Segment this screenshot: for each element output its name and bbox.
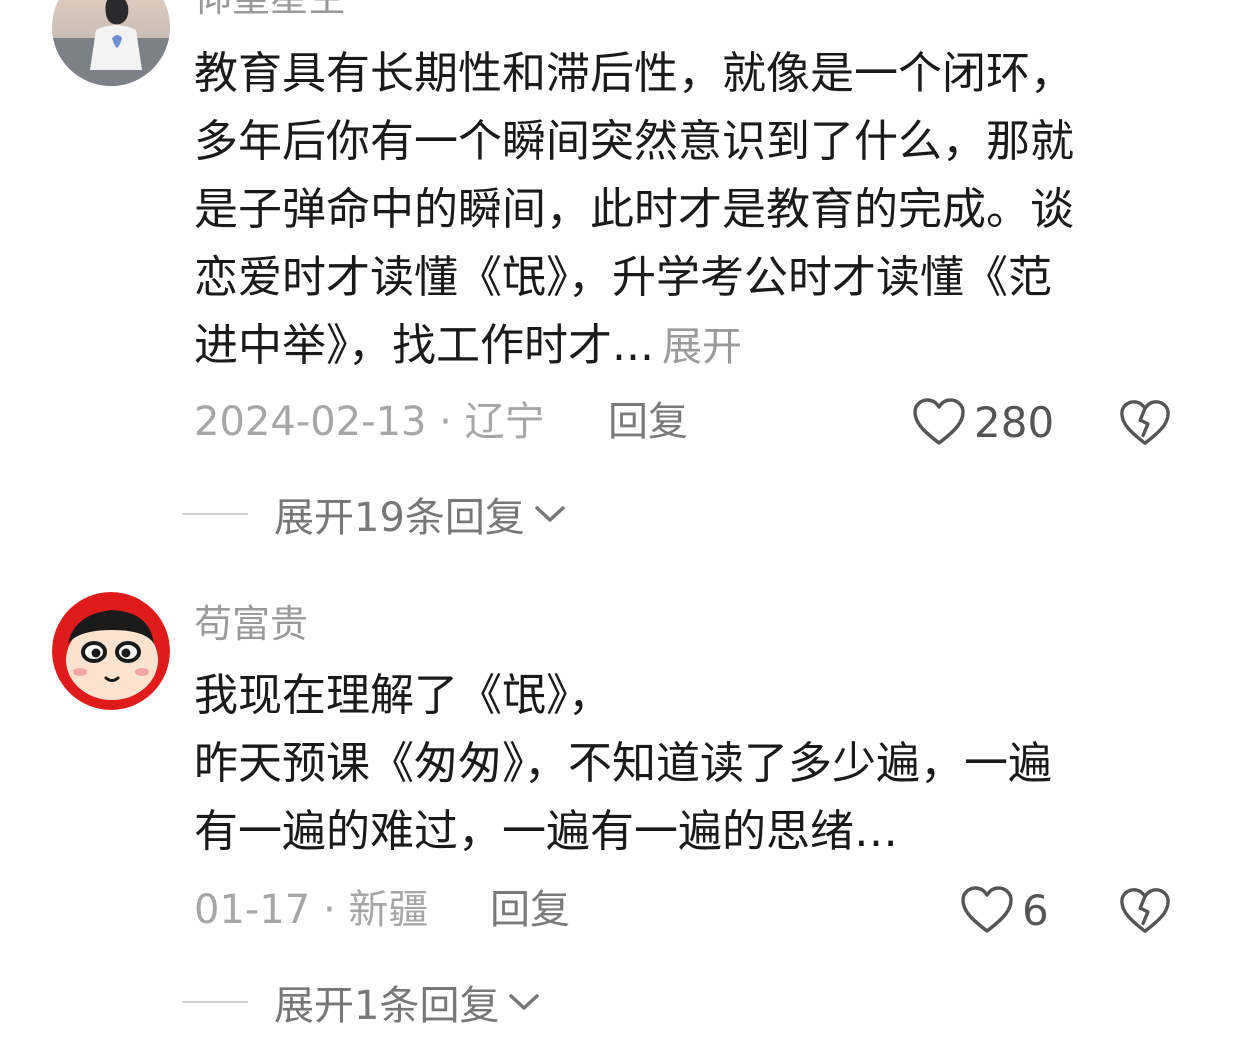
comment-location: 辽宁 <box>464 399 545 445</box>
divider-line <box>182 513 248 515</box>
comment-text-line: 是子弹命中的瞬间，此时才是教育的完成。谈 <box>194 184 1074 235</box>
comment-text: 教育具有长期性和滞后性，就像是一个闭环， 多年后你有一个瞬间突然意识到了什么，那… <box>194 40 1164 381</box>
comment-text: 我现在理解了《氓》， 昨天预课《匆匆》，不知道读了多少遍，一遍 有一遍的难过，一… <box>194 662 1164 866</box>
avatar-cartoon <box>52 592 170 710</box>
heart-outline-icon <box>961 886 1013 933</box>
comment-meta: 01-17 · 新疆 回复 6 <box>194 880 1179 940</box>
avatar[interactable] <box>52 0 170 86</box>
username[interactable]: 苟富贵 <box>194 602 308 646</box>
broken-heart-icon[interactable] <box>1119 396 1171 448</box>
comment-text-line: 进中举》，找工作时才... 展开 <box>194 312 1164 381</box>
expand-replies-label: 展开1条回复 <box>274 983 500 1029</box>
comment-date-location: 01-17 · 新疆 <box>194 880 428 940</box>
comment-text-line: 有一遍的难过，一遍有一遍的思绪… <box>194 806 898 857</box>
comment-text-line: 我现在理解了《氓》， <box>194 670 612 721</box>
comment-item: 苟富贵 我现在理解了《氓》， 昨天预课《匆匆》，不知道读了多少遍，一遍 有一遍的… <box>0 560 1236 1045</box>
comment-text-line: 多年后你有一个瞬间突然意识到了什么，那就 <box>194 116 1074 167</box>
comment-date-location: 2024-02-13 · 辽宁 <box>194 392 545 452</box>
comment-text-line: 恋爱时才读懂《氓》，升学考公时才读懂《范 <box>194 252 1052 303</box>
reply-button[interactable]: 回复 <box>490 880 570 940</box>
heart-outline-icon <box>913 398 965 445</box>
comment-text-truncated: 进中举》，找工作时才... <box>194 320 654 371</box>
comment-date: 01-17 <box>194 887 311 933</box>
username[interactable]: 仰望星空 <box>194 0 346 20</box>
comment-item: 仰望星空 教育具有长期性和滞后性，就像是一个闭环， 多年后你有一个瞬间突然意识到… <box>0 0 1236 560</box>
expand-replies-button[interactable]: 展开19条回复 <box>182 484 567 544</box>
meta-separator: · <box>426 399 465 445</box>
like-count: 6 <box>1022 885 1049 935</box>
expand-replies-button[interactable]: 展开1条回复 <box>182 972 541 1032</box>
comment-date: 2024-02-13 <box>194 399 427 445</box>
chevron-down-icon <box>535 506 565 522</box>
divider-line <box>182 1001 248 1003</box>
broken-heart-icon[interactable] <box>1119 884 1171 936</box>
meta-separator: · <box>310 887 349 933</box>
expand-text-button[interactable]: 展开 <box>662 324 742 370</box>
comment-text-line: 昨天预课《匆匆》，不知道读了多少遍，一遍 <box>194 738 1052 789</box>
avatar-photo <box>52 0 170 86</box>
chevron-down-icon <box>509 994 540 1010</box>
like-count: 280 <box>974 397 1055 447</box>
avatar[interactable] <box>52 592 170 710</box>
comment-location: 新疆 <box>348 887 429 933</box>
comment-text-line: 教育具有长期性和滞后性，就像是一个闭环， <box>194 48 1074 99</box>
expand-replies-label: 展开19条回复 <box>274 495 525 541</box>
like-button[interactable]: 6 <box>960 880 1049 940</box>
reply-button[interactable]: 回复 <box>608 392 688 452</box>
like-button[interactable]: 280 <box>912 392 1054 452</box>
comment-meta: 2024-02-13 · 辽宁 回复 280 <box>194 392 1179 452</box>
